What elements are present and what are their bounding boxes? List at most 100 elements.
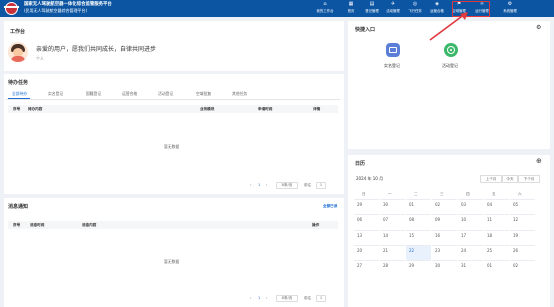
tasks-tabs: 全部待办 实名登记 国籍登记 运营合格 活动登记 空域批复 其他任务 [6, 91, 340, 100]
calendar-day[interactable]: 20 [354, 244, 379, 261]
page-size-select[interactable]: 8条/页 [276, 182, 298, 189]
calendar-day[interactable]: 16 [432, 229, 457, 246]
calendar-day[interactable]: 30 [380, 199, 405, 215]
calendar-day[interactable]: 25 [484, 244, 509, 261]
add-icon[interactable]: ⊕ [536, 157, 542, 165]
calendar-day[interactable]: 08 [406, 214, 431, 230]
app-subtitle: (民用无人驾驶航空器综合管理平台) [24, 8, 88, 13]
calendar-day[interactable]: 18 [484, 229, 509, 246]
calendar-month: 2024 年 10 月 [356, 176, 384, 181]
calendar-day[interactable]: 05 [510, 199, 535, 215]
plane-icon: ✈ [390, 1, 396, 7]
tab-airspace[interactable]: 空域批复 [196, 91, 211, 97]
dashboard-icon: ▦ [348, 1, 354, 7]
active-tab-underline [8, 98, 30, 99]
pager-current[interactable]: 1 [258, 183, 260, 187]
nav-activity[interactable]: ✈ 活动管理 [382, 0, 404, 17]
goto-input[interactable]: 1 [316, 295, 326, 302]
mark-all-read-link[interactable]: 全部已读 [323, 204, 337, 209]
goto-label: 前往 [304, 183, 312, 187]
calendar-day[interactable]: 02 [510, 260, 535, 276]
calendar-day[interactable]: 06 [354, 214, 379, 230]
calendar-day[interactable]: 03 [458, 199, 483, 215]
calendar-day[interactable]: 29 [354, 199, 379, 215]
calendar-day[interactable]: 21 [380, 244, 405, 261]
calendar-day[interactable]: 28 [380, 260, 405, 276]
pager-next[interactable]: › [266, 183, 267, 187]
calendar-day[interactable]: 13 [354, 229, 379, 246]
workbench-title: 工作台 [10, 29, 26, 35]
col-index: 序号 [13, 223, 21, 227]
calendar-day[interactable]: 19 [510, 229, 535, 246]
tab-activity[interactable]: 活动登记 [158, 91, 173, 97]
col-apply-time: 申请时间 [258, 107, 273, 111]
highlight-box [452, 1, 490, 17]
today-button[interactable]: 今天 [502, 175, 518, 183]
calendar-day[interactable]: 23 [432, 244, 457, 261]
nav-workbench[interactable]: ⌂ 我的工作台 [311, 0, 339, 17]
gear-icon[interactable]: ⚙ [536, 24, 541, 31]
goto-label: 前往 [304, 296, 312, 300]
avatar [8, 42, 28, 62]
weekday-label: 一 [388, 192, 392, 196]
calendar-day[interactable]: 01 [484, 260, 509, 276]
quick-entry-realname[interactable]: 实名登记 [384, 63, 400, 69]
messages-empty: 暂无数据 [164, 259, 180, 264]
calendar-day[interactable]: 07 [380, 214, 405, 230]
pager-current[interactable]: 1 [258, 296, 260, 300]
quick-entry-activity[interactable]: 活动登记 [442, 63, 458, 69]
calendar-day[interactable]: 12 [510, 214, 535, 230]
col-msg-content: 消息内容 [82, 223, 97, 227]
register-icon: ▤ [369, 1, 375, 7]
nav-home[interactable]: ▦ 首页 [340, 0, 362, 17]
tab-nationality[interactable]: 国籍登记 [86, 91, 101, 97]
calendar-day[interactable]: 30 [432, 260, 457, 276]
calendar-day[interactable]: 02 [432, 199, 457, 215]
col-index: 序号 [13, 107, 21, 111]
nav-operation-cert[interactable]: ◈ 运营合格 [426, 0, 448, 17]
tasks-table-header: 序号 待办内容 业务模块 申请时间 详情 [8, 105, 338, 113]
calendar-day[interactable]: 24 [458, 244, 483, 261]
quick-entry-title: 快捷入口 [355, 27, 376, 33]
pager-prev[interactable]: ‹ [250, 183, 251, 187]
col-detail: 详情 [313, 107, 321, 111]
target-icon[interactable] [444, 43, 458, 57]
nav-register[interactable]: ▤ 登记管理 [361, 0, 383, 17]
calendar-day[interactable]: 14 [380, 229, 405, 246]
nav-flight-task[interactable]: ◎ 飞行任务 [404, 0, 426, 17]
tab-all[interactable]: 全部待办 [12, 91, 27, 97]
col-msg-time: 消息时间 [30, 223, 45, 227]
calendar-day[interactable]: 10 [458, 214, 483, 230]
calendar-day[interactable]: 15 [406, 229, 431, 246]
page-size-select[interactable]: 8条/页 [276, 295, 298, 302]
cert-icon: ◈ [435, 1, 439, 7]
app-title: 国家无人驾驶航空器一体化综合监管服务平台 [24, 2, 112, 7]
messages-title: 消息通知 [8, 204, 29, 210]
calendar-day[interactable]: 11 [484, 214, 509, 230]
tab-operation[interactable]: 运营合格 [122, 91, 137, 97]
calendar-day[interactable]: 04 [484, 199, 509, 215]
tab-realname[interactable]: 实名登记 [48, 91, 63, 97]
next-month-button[interactable]: 下个月 [518, 175, 540, 183]
pager-prev[interactable]: ‹ [250, 296, 251, 300]
weekday-label: 四 [466, 192, 470, 196]
calendar-day[interactable]: 09 [432, 214, 457, 230]
settings-icon: ⚙ [507, 1, 513, 7]
calendar-day[interactable]: 26 [510, 244, 535, 261]
calendar-day[interactable]: 22 [406, 244, 431, 261]
pager-next[interactable]: › [266, 296, 267, 300]
prev-month-button[interactable]: 上个月 [480, 175, 502, 183]
calendar-day[interactable]: 27 [354, 260, 379, 276]
calendar-day[interactable]: 17 [458, 229, 483, 246]
weekday-label: 日 [362, 192, 366, 196]
tab-other[interactable]: 其他任务 [232, 91, 247, 97]
col-action: 操作 [312, 223, 320, 227]
id-card-icon[interactable] [386, 43, 400, 57]
calendar-day[interactable]: 31 [458, 260, 483, 276]
col-content: 待办内容 [28, 107, 43, 111]
goto-input[interactable]: 1 [316, 182, 326, 189]
top-header: 国家无人驾驶航空器一体化综合监管服务平台 (民用无人驾驶航空器综合管理平台) ⌂… [0, 0, 554, 17]
calendar-day[interactable]: 29 [406, 260, 431, 276]
calendar-day[interactable]: 01 [406, 199, 431, 215]
nav-system[interactable]: ⚙ 系统管理 [496, 0, 524, 17]
